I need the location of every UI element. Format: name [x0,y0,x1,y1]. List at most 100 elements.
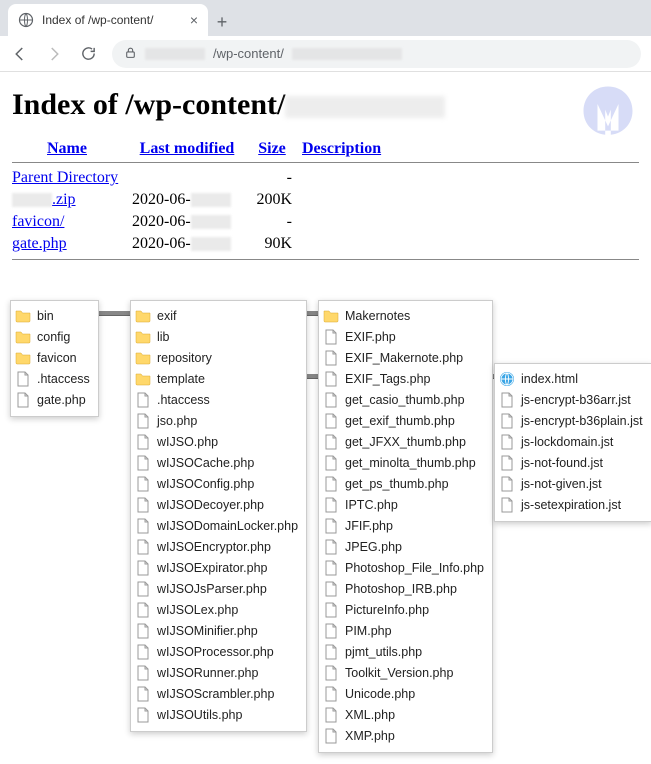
file-item-label: wIJSOExpirator.php [157,561,267,575]
file-item-label: JPEG.php [345,540,402,554]
file-item-label: Toolkit_Version.php [345,666,453,680]
dir-link[interactable]: gate.php [12,235,67,252]
file-icon [323,455,339,471]
file-item[interactable]: exif [135,305,298,326]
file-item[interactable]: js-encrypt-b36plain.jst [499,410,643,431]
file-item-label: Photoshop_IRB.php [345,582,457,596]
file-icon [499,434,515,450]
file-item[interactable]: pjmt_utils.php [323,641,484,662]
file-item-label: wIJSOMinifier.php [157,624,258,638]
file-icon [135,413,151,429]
file-item[interactable]: index.html [499,368,643,389]
file-item[interactable]: favicon [15,347,90,368]
reload-button[interactable] [78,44,98,64]
file-item[interactable]: wIJSOCache.php [135,452,298,473]
file-icon [499,413,515,429]
file-item[interactable]: wIJSOUtils.php [135,704,298,725]
file-icon [323,329,339,345]
file-item[interactable]: get_casio_thumb.php [323,389,484,410]
header-name[interactable]: Name [47,140,87,157]
dir-link[interactable]: .zip [12,191,76,208]
file-item[interactable]: EXIF_Tags.php [323,368,484,389]
file-icon [323,434,339,450]
file-item[interactable]: gate.php [15,389,90,410]
file-item[interactable]: wIJSOJsParser.php [135,578,298,599]
globe-icon [18,12,34,28]
file-item[interactable]: lib [135,326,298,347]
file-item[interactable]: wIJSORunner.php [135,662,298,683]
file-item[interactable]: Photoshop_IRB.php [323,578,484,599]
folder-icon [135,308,151,324]
file-item[interactable]: PIM.php [323,620,484,641]
file-item[interactable]: Makernotes [323,305,484,326]
file-item[interactable]: config [15,326,90,347]
file-item-label: js-lockdomain.jst [521,435,613,449]
file-item[interactable]: template [135,368,298,389]
file-item[interactable]: wIJSODecoyer.php [135,494,298,515]
file-item[interactable]: wIJSOProcessor.php [135,641,298,662]
dir-row: favicon/2020-06-- [12,211,639,233]
file-item[interactable]: EXIF.php [323,326,484,347]
file-item[interactable]: js-not-found.jst [499,452,643,473]
file-item[interactable]: js-lockdomain.jst [499,431,643,452]
file-item[interactable]: JFIF.php [323,515,484,536]
file-item[interactable]: wIJSOLex.php [135,599,298,620]
browser-tab[interactable]: Index of /wp-content/ × [8,4,208,36]
file-item[interactable]: Photoshop_File_Info.php [323,557,484,578]
file-item[interactable]: wIJSOScrambler.php [135,683,298,704]
file-item[interactable]: JPEG.php [323,536,484,557]
file-item[interactable]: Unicode.php [323,683,484,704]
header-last-modified[interactable]: Last modified [140,140,235,157]
file-item[interactable]: wIJSOMinifier.php [135,620,298,641]
file-item[interactable]: wIJSODomainLocker.php [135,515,298,536]
file-item-label: pjmt_utils.php [345,645,422,659]
file-icon [323,560,339,576]
file-item[interactable]: PictureInfo.php [323,599,484,620]
dir-row: gate.php2020-06-90K [12,233,639,255]
file-item-label: exif [157,309,176,323]
dir-link[interactable]: Parent Directory [12,169,118,186]
file-item[interactable]: bin [15,305,90,326]
file-item[interactable]: EXIF_Makernote.php [323,347,484,368]
file-item[interactable]: Toolkit_Version.php [323,662,484,683]
new-tab-button[interactable]: + [208,8,236,36]
file-item-label: wIJSOScrambler.php [157,687,274,701]
file-item-label: wIJSOUtils.php [157,708,242,722]
file-item[interactable]: XML.php [323,704,484,725]
file-item[interactable]: jso.php [135,410,298,431]
file-item[interactable]: get_ps_thumb.php [323,473,484,494]
file-item[interactable]: get_exif_thumb.php [323,410,484,431]
header-description[interactable]: Description [302,140,381,157]
file-item-label: wIJSOJsParser.php [157,582,267,596]
file-item-label: js-not-found.jst [521,456,603,470]
back-button[interactable] [10,44,30,64]
close-icon[interactable]: × [190,12,198,28]
title-redacted [285,96,445,118]
file-icon [135,560,151,576]
file-item[interactable]: js-not-given.jst [499,473,643,494]
file-item[interactable]: js-setexpiration.jst [499,494,643,515]
file-item[interactable]: wIJSO.php [135,431,298,452]
page-content: Index of /wp-content/ Name Last modified… [0,72,651,276]
file-item-label: JFIF.php [345,519,393,533]
file-item[interactable]: wIJSOExpirator.php [135,557,298,578]
dir-row: .zip2020-06-200K [12,189,639,211]
file-item-label: repository [157,351,212,365]
file-item[interactable]: get_minolta_thumb.php [323,452,484,473]
file-item[interactable]: .htaccess [135,389,298,410]
file-item[interactable]: wIJSOConfig.php [135,473,298,494]
file-item[interactable]: XMP.php [323,725,484,746]
file-item[interactable]: wIJSOEncryptor.php [135,536,298,557]
file-icon [323,539,339,555]
redacted [191,193,231,207]
address-bar[interactable]: /wp-content/ [112,40,641,68]
file-item[interactable]: .htaccess [15,368,90,389]
header-size[interactable]: Size [258,140,286,157]
file-item[interactable]: IPTC.php [323,494,484,515]
dir-link[interactable]: favicon/ [12,213,64,230]
forward-button[interactable] [44,44,64,64]
file-item[interactable]: js-encrypt-b36arr.jst [499,389,643,410]
file-item-label: XMP.php [345,729,395,743]
file-item[interactable]: repository [135,347,298,368]
file-item[interactable]: get_JFXX_thumb.php [323,431,484,452]
